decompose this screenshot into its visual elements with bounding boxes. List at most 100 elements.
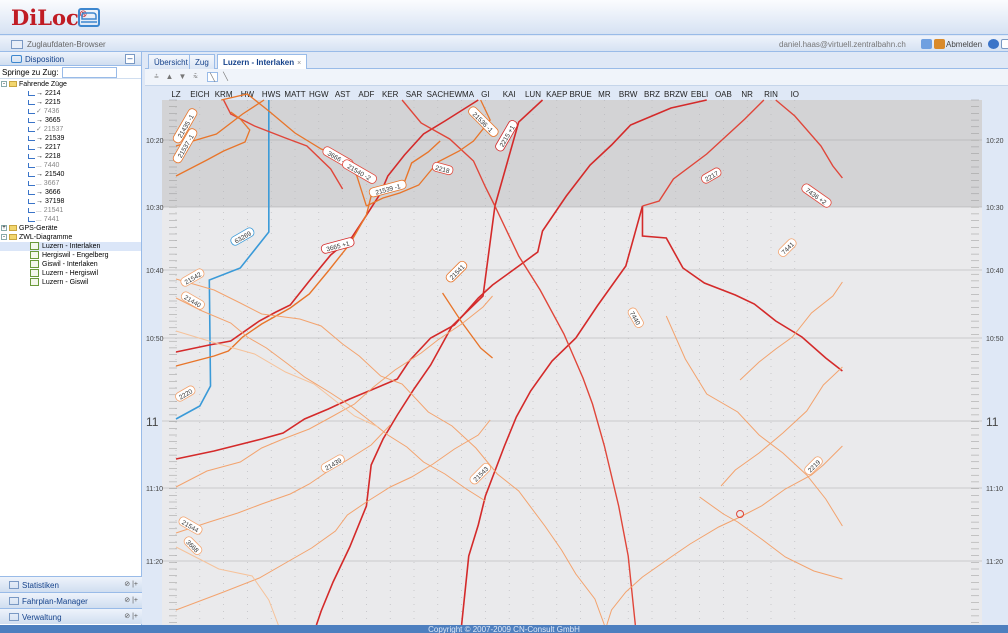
tab-2[interactable]: Luzern - Interlaken × [217, 54, 308, 70]
station-label: EICH [190, 90, 209, 99]
tree-item-diagram[interactable]: Luzern - Giswil [0, 278, 141, 287]
refresh-icon[interactable] [921, 39, 932, 49]
station-label: EBLI [691, 90, 708, 99]
select-tool-icon[interactable]: ╲ [207, 72, 218, 82]
station-label: NR [741, 90, 753, 99]
tree-item-train[interactable]: ... 7441 [0, 215, 141, 224]
collapse-toggle-icon[interactable]: - [1, 81, 7, 87]
jump-label: Springe zu Zug: [2, 68, 59, 77]
station-label: IO [791, 90, 799, 99]
time-label: 11:10 [146, 486, 163, 493]
app-logo: DiLoc® [11, 5, 88, 30]
station-label: MR [598, 90, 611, 99]
station-label: SACH [427, 90, 449, 99]
station-label: KER [382, 90, 399, 99]
tree-group-gps-geraete[interactable]: + GPS-Geräte [0, 224, 141, 233]
section-label: Statistiken [22, 581, 59, 590]
train-number: 2217 [44, 144, 61, 151]
tree-item-train[interactable]: ✓ 21537 [0, 125, 141, 134]
section-buttons[interactable]: ⊘ |+ [124, 612, 138, 620]
train-graph-canvas[interactable]: LZ EICH KRM HW HWS MATT HGW AST ADF KER SAR SACH EWM… [145, 86, 1008, 626]
logout-icon[interactable] [934, 39, 945, 49]
train-logo-icon [78, 8, 100, 27]
tree-item-train[interactable]: ... 3667 [0, 179, 141, 188]
train-icon [28, 136, 35, 141]
train-icon [28, 154, 35, 159]
tab-0[interactable]: Übersicht [148, 54, 194, 69]
up-icon[interactable]: ▲ [164, 72, 175, 82]
panel-title: Disposition [25, 55, 65, 64]
time-label: 10:40 [146, 268, 164, 275]
train-number: 37198 [44, 198, 65, 205]
tree-item-train[interactable]: → 37198 [0, 197, 141, 206]
down-icon[interactable]: ▼ [177, 72, 188, 82]
group-label: GPS-Geräte [19, 225, 58, 232]
measure-tool-icon[interactable]: ╲ [220, 72, 231, 82]
train-arrow: → [36, 171, 43, 178]
section-fahrplan-manager[interactable]: Fahrplan-Manager ⊘ |+ [0, 592, 142, 608]
section-statistiken[interactable]: Statistiken ⊘ |+ [0, 576, 142, 592]
train-number: 2215 [44, 99, 61, 106]
train-arrow: ... [36, 180, 42, 187]
station-label: BRW [619, 90, 638, 99]
train-number: 2214 [44, 90, 61, 97]
jump-train-input[interactable] [62, 67, 117, 78]
train-number: 3666 [44, 189, 61, 196]
tree-item-train[interactable]: → 2218 [0, 152, 141, 161]
station-label: BRZ [644, 90, 660, 99]
train-number: 21540 [44, 171, 65, 178]
tab-label: Übersicht [154, 58, 188, 67]
train-icon [28, 145, 35, 150]
status-bar: Copyright © 2007-2009 CN-Consult GmbH [0, 625, 1008, 633]
logout-link[interactable]: Abmelden [946, 40, 982, 49]
train-icon [28, 100, 35, 105]
tree-item-diagram[interactable]: Giswil - Interlaken [0, 260, 141, 269]
last-icon[interactable]: ⩯ [190, 72, 201, 82]
time-label: 11:20 [146, 559, 163, 566]
section-buttons[interactable]: ⊘ |+ [124, 580, 138, 588]
disposition-panel-header: Disposition – [0, 52, 141, 66]
wrench-icon [9, 613, 19, 621]
station-label: LZ [171, 90, 180, 99]
past-time-band [162, 100, 982, 207]
train-graph[interactable]: LZ EICH KRM HW HWS MATT HGW AST ADF KER SAR SACH EWM… [145, 86, 1008, 626]
tree-item-train[interactable]: ... 7440 [0, 161, 141, 170]
train-icon [28, 208, 35, 213]
tab-label: Zug [195, 58, 209, 67]
expand-toggle-icon[interactable]: + [1, 225, 7, 231]
tree-item-diagram[interactable]: Hergiswil - Engelberg [0, 251, 141, 260]
section-verwaltung[interactable]: Verwaltung ⊘ |+ [0, 608, 142, 624]
tree-item-train[interactable]: → 21539 [0, 134, 141, 143]
time-label: 10:20 [986, 138, 1004, 145]
time-label: 11 [146, 415, 159, 429]
tree-item-train[interactable]: → 21540 [0, 170, 141, 179]
tree-item-train[interactable]: → 2214 [0, 89, 141, 98]
tree-item-train[interactable]: ... 21541 [0, 206, 141, 215]
tree-item-diagram[interactable]: Luzern - Interlaken [0, 242, 141, 251]
tree-group-zwl-diagramme[interactable]: - ZWL-Diagramme [0, 233, 141, 242]
tab-label: Luzern - Interlaken [223, 58, 295, 67]
collapse-panel-button[interactable]: – [125, 54, 135, 64]
tree-item-train[interactable]: ✓ 7436 [0, 107, 141, 116]
station-label: GI [481, 90, 489, 99]
tab-1[interactable]: Zug [189, 54, 215, 69]
close-tab-icon[interactable]: × [297, 60, 301, 67]
station-label: ADF [358, 90, 374, 99]
tree-item-train[interactable]: → 3666 [0, 188, 141, 197]
collapse-toggle-icon[interactable]: - [1, 234, 7, 240]
copyright-text: Copyright © 2007-2009 CN-Consult GmbH [428, 625, 580, 633]
train-arrow: ... [36, 216, 42, 223]
first-icon[interactable]: ⩮ [151, 72, 162, 82]
tree-item-train[interactable]: → 2217 [0, 143, 141, 152]
diagram-icon [30, 242, 39, 250]
station-label: MATT [284, 90, 305, 99]
info-icon[interactable] [988, 39, 999, 49]
window-icon[interactable] [1001, 39, 1008, 49]
tree-item-train[interactable]: → 2215 [0, 98, 141, 107]
tree-item-train[interactable]: → 3665 [0, 116, 141, 125]
section-buttons[interactable]: ⊘ |+ [124, 596, 138, 604]
train-arrow: → [36, 117, 43, 124]
tree-group-fahrende-zuege[interactable]: - Fahrende Züge [0, 80, 141, 89]
time-label: 10:50 [146, 336, 164, 343]
tree-item-diagram[interactable]: Luzern - Hergiswil [0, 269, 141, 278]
